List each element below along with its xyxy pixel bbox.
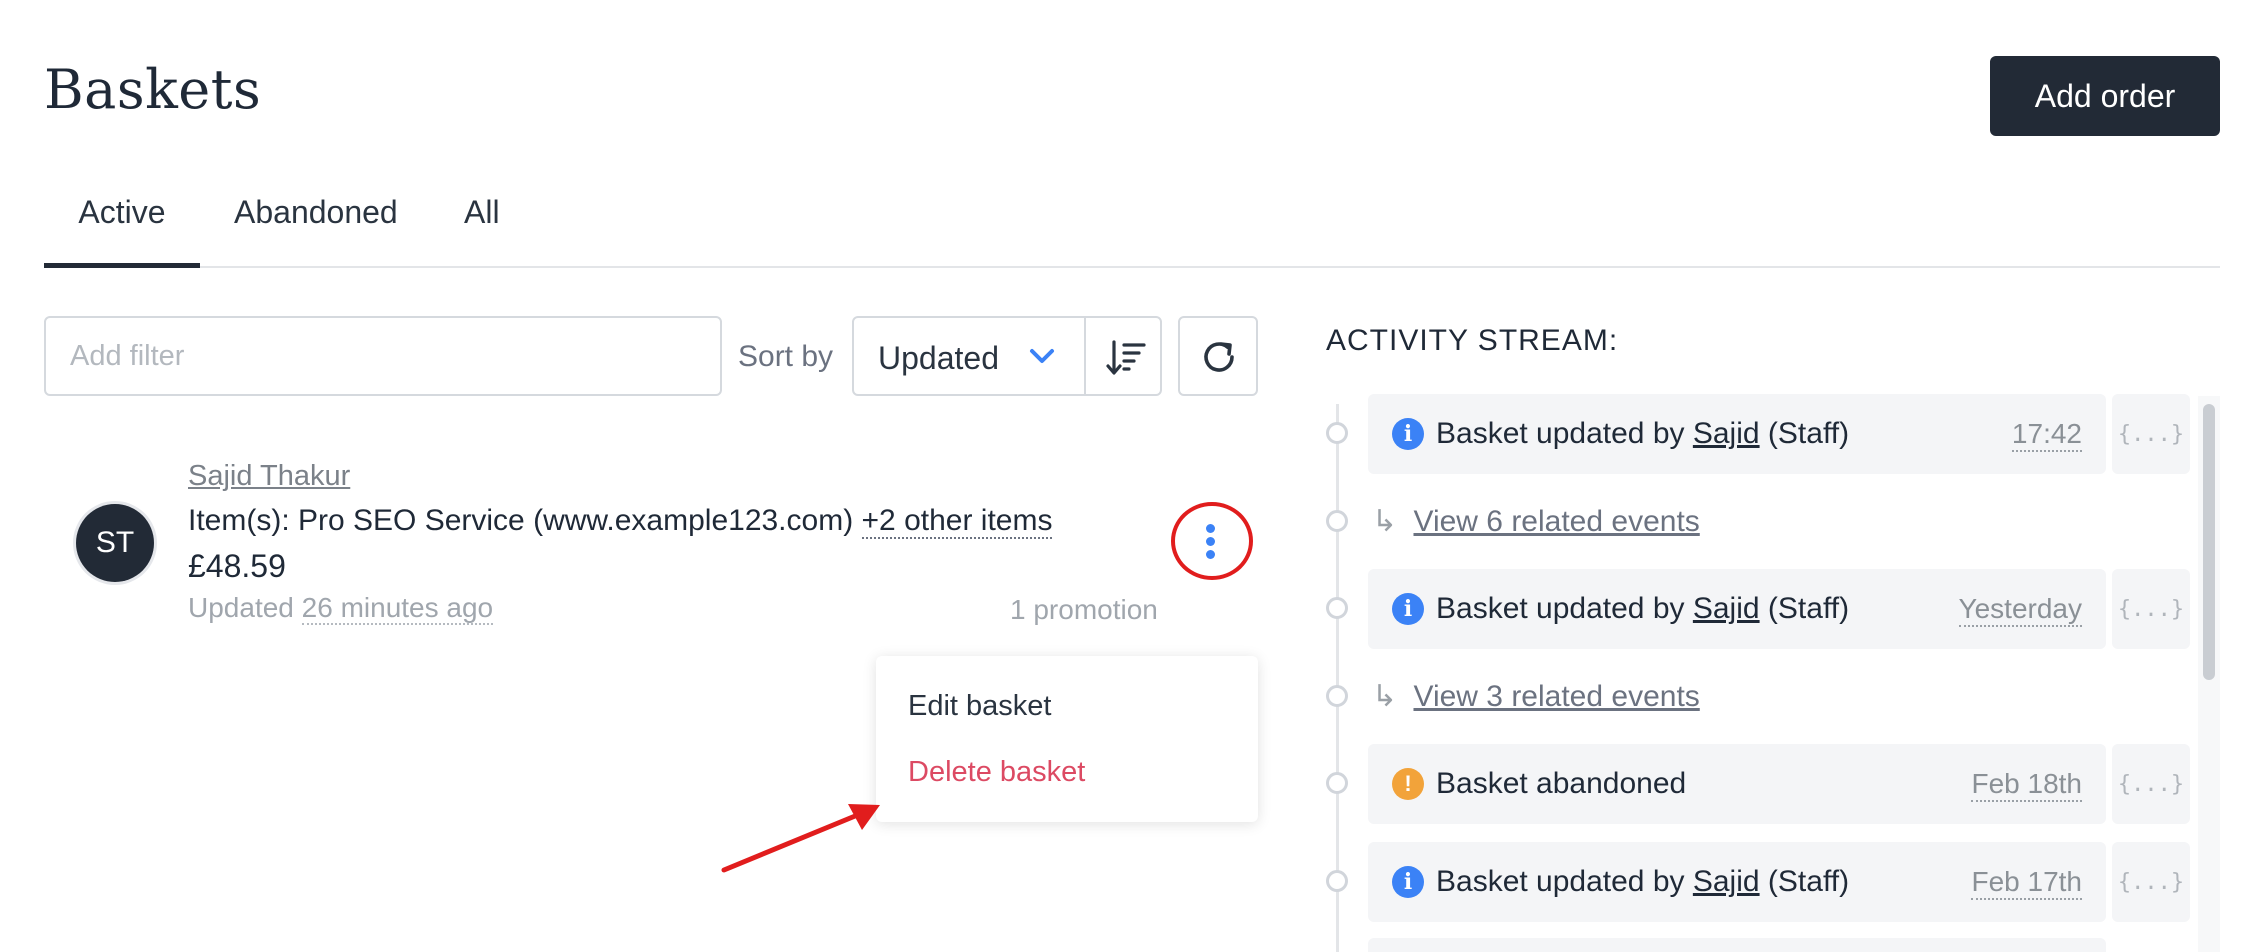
timeline-dot <box>1326 772 1348 794</box>
event-text: Basket updated by Sajid (Staff) <box>1436 592 1849 626</box>
sort-select[interactable]: Updated <box>878 340 999 377</box>
timeline-dot <box>1326 870 1348 892</box>
event-suffix: (Staff) <box>1767 592 1850 625</box>
updated-time: 26 minutes ago <box>301 592 494 625</box>
updated-label: Updated <box>188 592 294 623</box>
other-items-link[interactable]: +2 other items <box>861 504 1053 539</box>
event-time: Feb 18th <box>1971 768 2082 802</box>
sort-divider <box>1084 318 1086 394</box>
event-prefix: Basket abandoned <box>1436 767 1687 800</box>
related-arrow-icon: ↳ <box>1372 505 1398 538</box>
tab-bar: Active Abandoned All <box>44 190 2220 268</box>
info-icon: i <box>1392 418 1424 450</box>
promotion-count: 1 promotion <box>1010 594 1158 625</box>
event-user-link[interactable]: Sajid <box>1693 417 1760 450</box>
basket-price: £48.59 <box>188 548 286 584</box>
sort-label: Sort by <box>738 340 834 373</box>
info-icon: i <box>1392 593 1424 625</box>
event-text: Basket updated by Sajid (Staff) <box>1436 417 1849 451</box>
event-json-button[interactable]: {...} <box>2112 842 2190 922</box>
info-icon: i <box>1392 866 1424 898</box>
basket-items-text: Item(s): Pro SEO Service (www.example123… <box>188 504 854 537</box>
event-json-button[interactable]: {...} <box>2112 744 2190 824</box>
related-events: ↳ View 3 related events <box>1372 679 1700 714</box>
activity-scrollbar-thumb[interactable] <box>2203 404 2215 680</box>
event-suffix: (Staff) <box>1767 865 1850 898</box>
event-prefix: Basket updated by <box>1436 417 1685 450</box>
event-time: Yesterday <box>1958 593 2082 627</box>
customer-name-link[interactable]: Sajid Thakur <box>188 460 350 493</box>
page-title: Baskets <box>44 58 262 121</box>
avatar: ST <box>76 504 154 582</box>
filter-input[interactable] <box>44 316 722 396</box>
warning-icon: ! <box>1392 768 1424 800</box>
basket-actions-menu: Edit basket Delete basket <box>876 656 1258 822</box>
activity-event: i Basket updated by Sajid (Staff) Feb 17… <box>1368 842 2106 922</box>
event-text: Basket updated by Sajid (Staff) <box>1436 865 1849 899</box>
timeline-dot <box>1326 685 1348 707</box>
activity-event: ! Basket abandoned Feb 18th <box>1368 744 2106 824</box>
activity-event: i Basket updated by Sajid (Staff) 17:42 <box>1368 394 2106 474</box>
sort-descending-icon[interactable] <box>1106 338 1146 378</box>
event-user-link[interactable]: Sajid <box>1693 592 1760 625</box>
event-time: Feb 17th <box>1971 866 2082 900</box>
activity-event-partial <box>1368 938 2106 952</box>
add-order-button[interactable]: Add order <box>1990 56 2220 136</box>
timeline-dot <box>1326 422 1348 444</box>
timeline-dot <box>1326 510 1348 532</box>
timeline-dot <box>1326 597 1348 619</box>
edit-basket-menu-item[interactable]: Edit basket <box>908 690 1051 723</box>
event-user-link[interactable]: Sajid <box>1693 865 1760 898</box>
activity-stream-title: ACTIVITY STREAM: <box>1326 324 1619 357</box>
event-text: Basket abandoned <box>1436 767 1686 801</box>
event-json-button[interactable]: {...} <box>2112 569 2190 649</box>
delete-basket-menu-item[interactable]: Delete basket <box>908 756 1085 789</box>
activity-event: i Basket updated by Sajid (Staff) Yester… <box>1368 569 2106 649</box>
view-related-events-link[interactable]: View 6 related events <box>1413 505 1699 538</box>
tab-abandoned[interactable]: Abandoned <box>234 190 398 268</box>
event-prefix: Basket updated by <box>1436 592 1685 625</box>
event-time: 17:42 <box>2011 418 2082 452</box>
related-events: ↳ View 6 related events <box>1372 504 1700 539</box>
refresh-icon <box>1204 342 1234 372</box>
sort-control: Updated <box>852 316 1162 396</box>
event-prefix: Basket updated by <box>1436 865 1685 898</box>
chevron-down-icon[interactable] <box>1024 338 1060 374</box>
tab-all[interactable]: All <box>464 190 500 268</box>
basket-items: Item(s): Pro SEO Service (www.example123… <box>188 504 1053 539</box>
refresh-button[interactable] <box>1178 316 1258 396</box>
tab-active[interactable]: Active <box>44 190 200 268</box>
event-json-button[interactable]: {...} <box>2112 394 2190 474</box>
annotation-arrow <box>721 804 880 873</box>
event-suffix: (Staff) <box>1767 417 1850 450</box>
related-arrow-icon: ↳ <box>1372 680 1398 713</box>
view-related-events-link[interactable]: View 3 related events <box>1413 680 1699 713</box>
annotation-circle <box>1171 502 1253 580</box>
basket-updated: Updated 26 minutes ago <box>188 592 494 625</box>
